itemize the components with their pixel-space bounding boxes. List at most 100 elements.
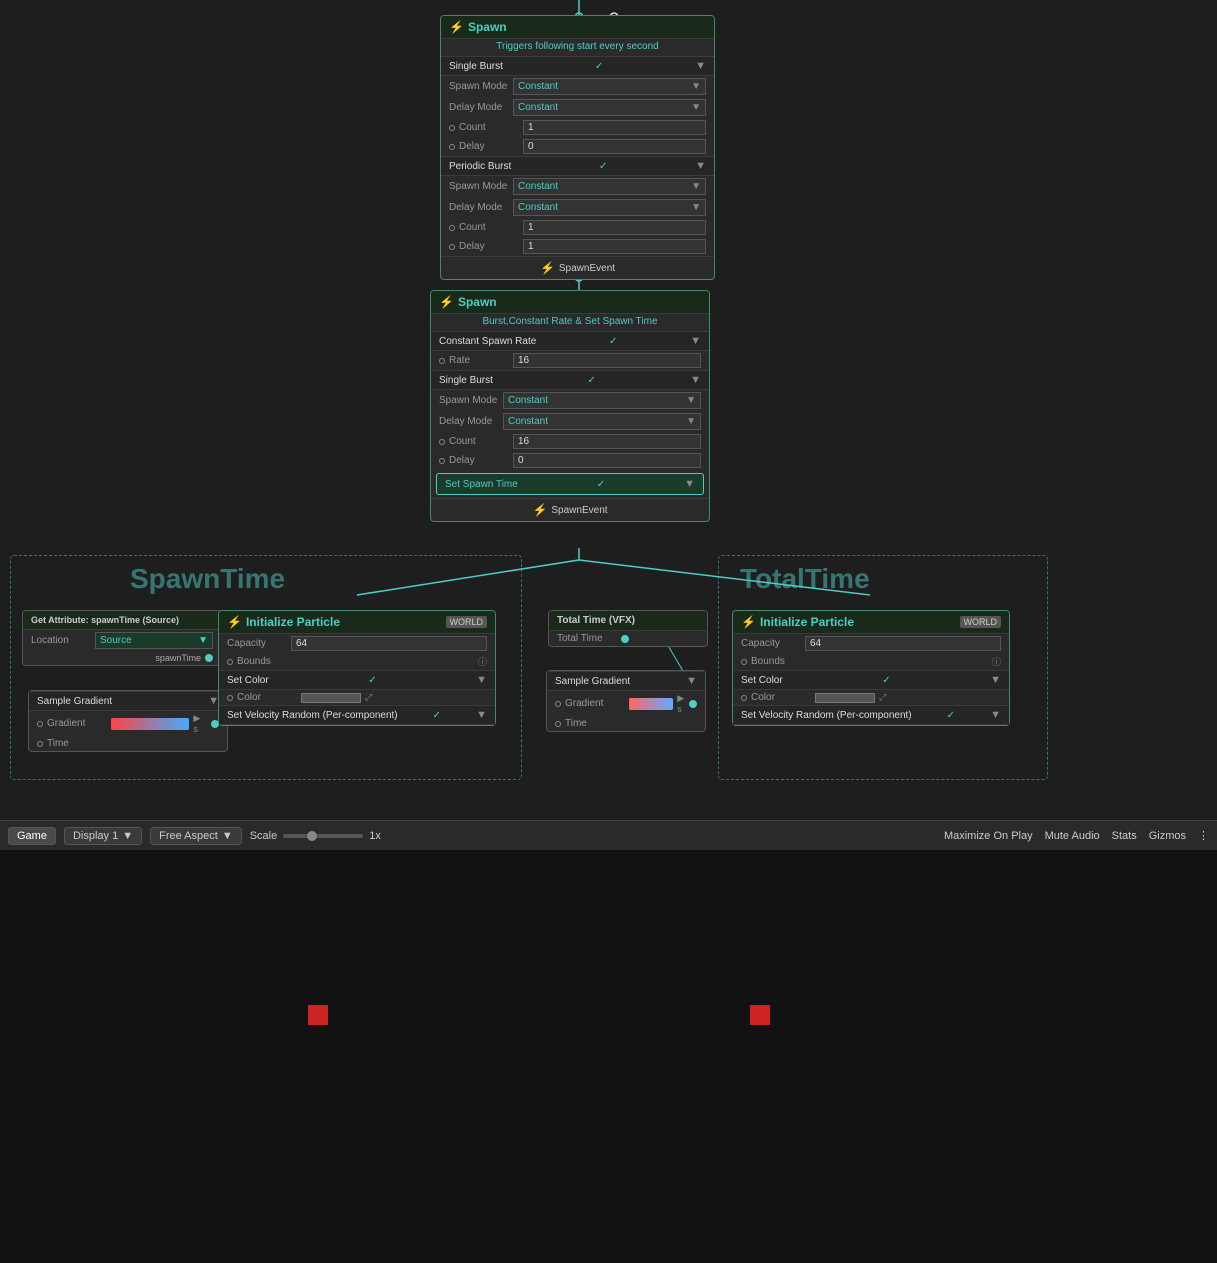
single-burst-header-2[interactable]: Single Burst ✓ ▼ <box>431 370 709 390</box>
init-left-capacity-input[interactable] <box>291 636 487 651</box>
sg-right-time-label: Time <box>565 718 625 729</box>
init-right-color-swatch <box>815 693 875 703</box>
init-left-velocity-check: ✓ <box>433 710 441 721</box>
total-time-title: Total Time (VFX) <box>557 615 635 626</box>
init-right-velocity-header[interactable]: Set Velocity Random (Per-component) ✓ ▼ <box>733 705 1009 725</box>
sb-count-row-2: Count <box>431 432 709 451</box>
delay-row-1: Delay <box>441 137 714 156</box>
spawn-node-1-footer: ⚡ SpawnEvent <box>441 256 714 279</box>
single-burst-arrow-1: ▼ <box>695 60 706 72</box>
p-spawn-mode-dropdown-1[interactable]: Constant ▼ <box>513 178 706 195</box>
p-spawn-mode-label-1: Spawn Mode <box>449 181 509 192</box>
scale-thumb[interactable] <box>307 831 317 841</box>
single-burst-label-1: Single Burst <box>449 61 503 72</box>
mute-btn[interactable]: Mute Audio <box>1045 830 1100 842</box>
sample-gradient-right-title: Sample Gradient <box>555 676 630 687</box>
get-attr-node: Get Attribute: spawnTime (Source) Locati… <box>22 610 222 666</box>
single-burst-check-2: ✓ <box>587 375 595 386</box>
sample-gradient-right-header[interactable]: Sample Gradient ▼ <box>547 671 705 691</box>
init-left-velocity-header[interactable]: Set Velocity Random (Per-component) ✓ ▼ <box>219 705 495 725</box>
p-delay-port-1 <box>449 244 455 250</box>
p-count-row-1: Count <box>441 218 714 237</box>
count-row-1: Count <box>441 118 714 137</box>
sg-left-gradient-label: Gradient <box>47 718 107 729</box>
total-time-header: Total Time (VFX) <box>549 611 707 631</box>
p-delay-mode-value-1: Constant <box>518 202 558 213</box>
game-tab[interactable]: Game <box>8 827 56 845</box>
scale-value: 1x <box>369 830 381 842</box>
periodic-burst-header-1[interactable]: Periodic Burst ✓ ▼ <box>441 156 714 176</box>
init-right-color-label: Color <box>751 692 811 703</box>
sb-delay-mode-dropdown-2[interactable]: Constant ▼ <box>503 413 701 430</box>
sb-count-input-2[interactable] <box>513 434 701 449</box>
sb-delay-input-2[interactable] <box>513 453 701 468</box>
sg-right-gradient-port <box>555 701 561 707</box>
p-delay-mode-dropdown-1[interactable]: Constant ▼ <box>513 199 706 216</box>
p-delay-mode-label-1: Delay Mode <box>449 202 509 213</box>
periodic-burst-label-1: Periodic Burst <box>449 161 511 172</box>
sb-spawn-mode-dropdown-2[interactable]: Constant ▼ <box>503 392 701 409</box>
sample-gradient-right: Sample Gradient ▼ Gradient ▶ s Time <box>546 670 706 732</box>
aspect-dropdown[interactable]: Free Aspect ▼ <box>150 827 242 845</box>
delay-mode-value-1: Constant <box>518 102 558 113</box>
spawn-mode-dd-arrow-1: ▼ <box>691 81 701 92</box>
init-right-bounds-row: Bounds ⓘ <box>733 653 1009 670</box>
lightning-icon-1: ⚡ <box>449 20 464 34</box>
sg-left-gradient-row: Gradient ▶ s <box>29 711 227 736</box>
init-left-bounds-row: Bounds ⓘ <box>219 653 495 670</box>
delay-mode-dd-arrow-1: ▼ <box>691 102 701 113</box>
delay-mode-dropdown-1[interactable]: Constant ▼ <box>513 99 706 116</box>
display-dropdown[interactable]: Display 1 ▼ <box>64 827 142 845</box>
stats-btn[interactable]: Stats <box>1112 830 1137 842</box>
init-right-set-color-header[interactable]: Set Color ✓ ▼ <box>733 670 1009 690</box>
rate-input[interactable] <box>513 353 701 368</box>
init-right-bounds-port <box>741 659 747 665</box>
footer-lightning-2: ⚡ <box>532 503 547 517</box>
gizmos-btn[interactable]: Gizmos <box>1149 830 1186 842</box>
get-attr-location-value: Source <box>100 635 132 646</box>
sample-gradient-left-header[interactable]: Sample Gradient ▼ <box>29 691 227 711</box>
sb-spawn-mode-value-2: Constant <box>508 395 548 406</box>
spawn-node-1: ⚡ Spawn Triggers following start every s… <box>440 15 715 280</box>
sb-delay-label-2: Delay <box>449 455 509 466</box>
init-left-set-color-header[interactable]: Set Color ✓ ▼ <box>219 670 495 690</box>
maximize-btn[interactable]: Maximize On Play <box>944 830 1033 842</box>
constant-rate-header[interactable]: Constant Spawn Rate ✓ ▼ <box>431 331 709 351</box>
footer-label-1: SpawnEvent <box>559 263 615 274</box>
init-left-color-label: Color <box>237 692 297 703</box>
p-count-input-1[interactable] <box>523 220 706 235</box>
init-right-capacity-row: Capacity <box>733 634 1009 653</box>
init-right-capacity-label: Capacity <box>741 638 801 649</box>
p-delay-row-1: Delay <box>441 237 714 256</box>
delay-input-1[interactable] <box>523 139 706 154</box>
init-right-set-color-label: Set Color <box>741 675 783 686</box>
delay-mode-label-1: Delay Mode <box>449 102 509 113</box>
single-burst-header-1[interactable]: Single Burst ✓ ▼ <box>441 56 714 76</box>
spawn-node-2-title: Spawn <box>458 295 497 309</box>
sample-gradient-left: Sample Gradient ▼ Gradient ▶ s Time <box>28 690 228 752</box>
single-burst-check-1: ✓ <box>595 61 603 72</box>
spawn-mode-row-1: Spawn Mode Constant ▼ <box>441 76 714 97</box>
set-spawn-time-row: Set Spawn Time ✓ ▼ <box>437 474 703 494</box>
delay-mode-row-1: Delay Mode Constant ▼ <box>441 97 714 118</box>
total-time-node: Total Time (VFX) Total Time <box>548 610 708 647</box>
spawn-node-1-title: Spawn <box>468 20 507 34</box>
scale-track[interactable] <box>283 834 363 838</box>
count-input-1[interactable] <box>523 120 706 135</box>
p-delay-input-1[interactable] <box>523 239 706 254</box>
get-attr-location-dropdown[interactable]: Source ▼ <box>95 632 213 649</box>
get-attr-title: Get Attribute: spawnTime (Source) <box>31 615 179 625</box>
p-count-label-1: Count <box>459 222 519 233</box>
set-spawn-time-section[interactable]: Set Spawn Time ✓ ▼ <box>436 473 704 495</box>
red-square-left <box>308 1005 328 1025</box>
aspect-arrow: ▼ <box>222 830 233 842</box>
single-burst-arrow-2: ▼ <box>690 374 701 386</box>
sb-count-port-2 <box>439 439 445 445</box>
init-particle-right-title: Initialize Particle <box>760 615 854 629</box>
init-right-capacity-input[interactable] <box>805 636 1001 651</box>
init-right-velocity-check: ✓ <box>947 710 955 721</box>
spawn-mode-dropdown-1[interactable]: Constant ▼ <box>513 78 706 95</box>
vfx-graph-area[interactable]: ⚡ Spawn Triggers following start every s… <box>0 0 1217 820</box>
more-options-btn[interactable]: ⋮ <box>1198 829 1209 842</box>
count-label-1: Count <box>459 122 519 133</box>
